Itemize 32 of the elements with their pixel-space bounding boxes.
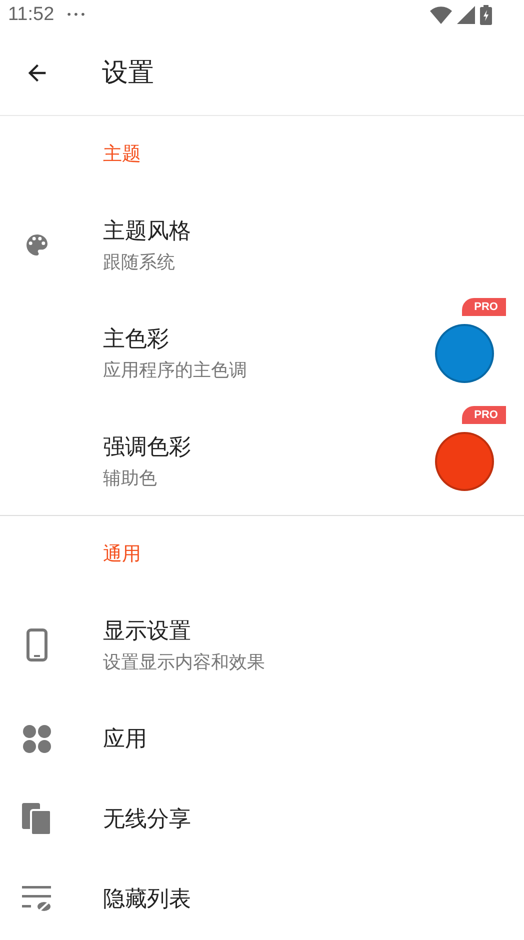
item-title: 主题风格 — [103, 218, 192, 246]
item-title: 隐藏列表 — [103, 886, 192, 914]
pro-badge: PRO — [462, 298, 506, 316]
section-header: 主题 — [102, 142, 142, 166]
settings-item[interactable]: 无线分享 — [0, 779, 524, 859]
item-subtitle: 设置显示内容和效果 — [103, 651, 266, 674]
signal-icon — [457, 6, 475, 24]
item-subtitle: 跟随系统 — [103, 251, 176, 274]
item-title: 应用 — [103, 726, 148, 754]
hidden-list-icon — [22, 885, 52, 913]
notification-dots: ••• — [66, 10, 87, 20]
settings-item[interactable]: 显示设置 设置显示内容和效果 — [0, 591, 524, 699]
item-title: 显示设置 — [103, 618, 192, 646]
item-subtitle: 辅助色 — [103, 467, 158, 490]
pro-badge: PRO — [462, 406, 506, 424]
settings-item[interactable]: 隐藏列表 — [0, 859, 524, 939]
documents-icon — [22, 803, 52, 835]
screen-title: 设置 — [102, 57, 154, 90]
item-title: 无线分享 — [103, 806, 192, 834]
wifi-icon — [430, 6, 452, 24]
settings-item[interactable]: 主题风格 跟随系统 — [0, 191, 524, 299]
item-subtitle: 应用程序的主色调 — [103, 359, 248, 382]
settings-item[interactable]: 应用 — [0, 699, 524, 779]
apps-icon — [22, 724, 52, 754]
settings-item[interactable]: 强调色彩 辅助色 PRO — [0, 407, 524, 515]
section-header: 通用 — [102, 542, 142, 566]
item-title: 主色彩 — [103, 326, 170, 354]
clock: 11:52 — [8, 4, 54, 26]
settings-item[interactable]: 主色彩 应用程序的主色调 PRO — [0, 299, 524, 407]
battery-charging-icon — [480, 5, 492, 25]
phone-icon — [26, 628, 48, 662]
item-title: 强调色彩 — [103, 434, 192, 462]
